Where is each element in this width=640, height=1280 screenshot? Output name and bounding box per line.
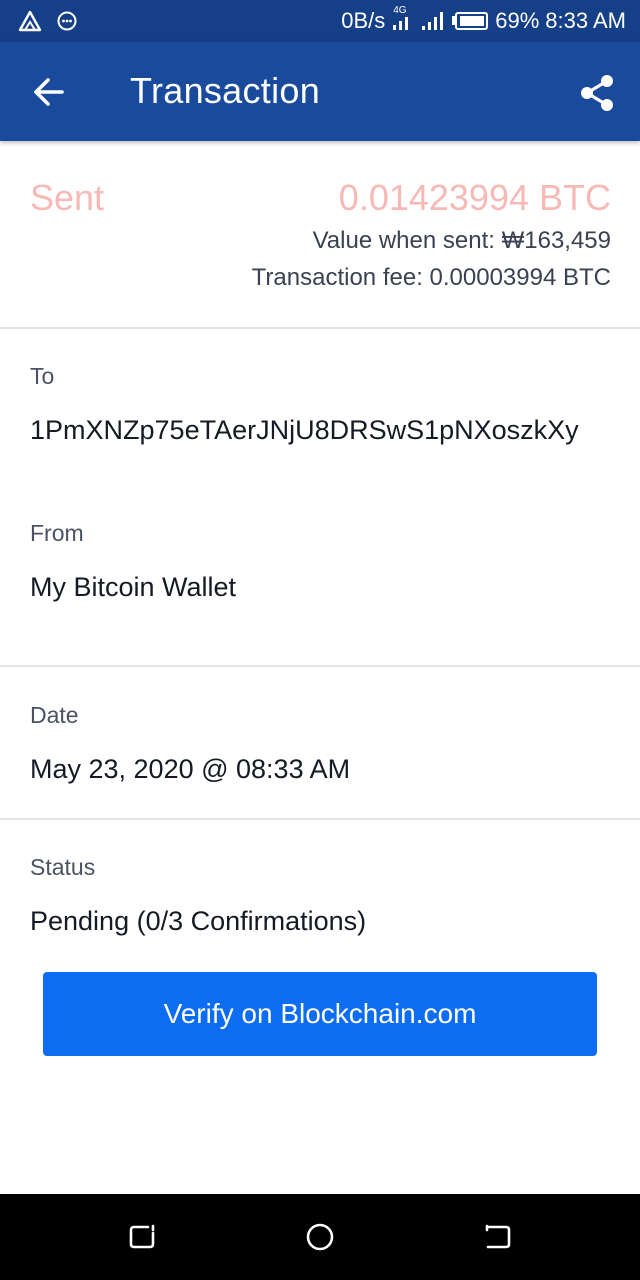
home-button[interactable] bbox=[302, 1219, 338, 1255]
arrow-left-icon bbox=[34, 78, 64, 106]
share-button[interactable] bbox=[576, 72, 618, 114]
battery-icon bbox=[451, 11, 489, 31]
back-button[interactable] bbox=[28, 72, 68, 112]
to-address[interactable]: 1PmXNZp75eTAerJNjU8DRSwS1pNXoszkXy bbox=[30, 412, 610, 448]
network-speed: 0B/s bbox=[341, 8, 386, 33]
back-nav-button[interactable] bbox=[480, 1219, 516, 1255]
signal-icon: 4G bbox=[391, 5, 413, 31]
status-bar: 0B/s 4G 69% 8:33 AM bbox=[0, 0, 640, 42]
recent-apps-button[interactable] bbox=[124, 1219, 160, 1255]
network-type: 4G bbox=[393, 5, 407, 16]
from-label: From bbox=[30, 520, 84, 546]
date-label: Date bbox=[30, 702, 79, 728]
recent-apps-icon bbox=[129, 1224, 155, 1249]
amount-value: 0.01423994 BTC bbox=[338, 177, 611, 218]
system-nav-bar bbox=[0, 1194, 640, 1280]
page-title: Transaction bbox=[130, 70, 321, 111]
home-circle-icon bbox=[306, 1223, 334, 1251]
direction-label: Sent bbox=[30, 177, 105, 218]
app-bar: Transaction bbox=[0, 42, 640, 141]
clock: 8:33 AM bbox=[545, 8, 626, 33]
back-nav-icon bbox=[485, 1224, 511, 1249]
value-when-sent: Value when sent: ₩163,459 bbox=[312, 227, 611, 254]
verify-button[interactable]: Verify on Blockchain.com bbox=[43, 972, 597, 1056]
circle-dots-icon bbox=[56, 10, 78, 32]
share-icon bbox=[581, 75, 613, 111]
to-label: To bbox=[30, 363, 55, 389]
alert-triangle-icon bbox=[18, 10, 42, 32]
status-label: Status bbox=[30, 854, 96, 880]
parties-section: To 1PmXNZp75eTAerJNjU8DRSwS1pNXoszkXy Fr… bbox=[0, 329, 640, 667]
signal-icon bbox=[419, 11, 445, 31]
transaction-fee: Transaction fee: 0.00003994 BTC bbox=[251, 264, 611, 291]
from-wallet: My Bitcoin Wallet bbox=[30, 572, 237, 602]
battery-level: 69% bbox=[495, 8, 540, 33]
date-value: May 23, 2020 @ 08:33 AM bbox=[30, 754, 351, 784]
date-section: Date May 23, 2020 @ 08:33 AM bbox=[0, 667, 640, 820]
transaction-summary: Sent 0.01423994 BTC Value when sent: ₩16… bbox=[0, 141, 640, 329]
status-value: Pending (0/3 Confirmations) bbox=[30, 906, 367, 936]
status-section: Status Pending (0/3 Confirmations) bbox=[0, 820, 640, 960]
